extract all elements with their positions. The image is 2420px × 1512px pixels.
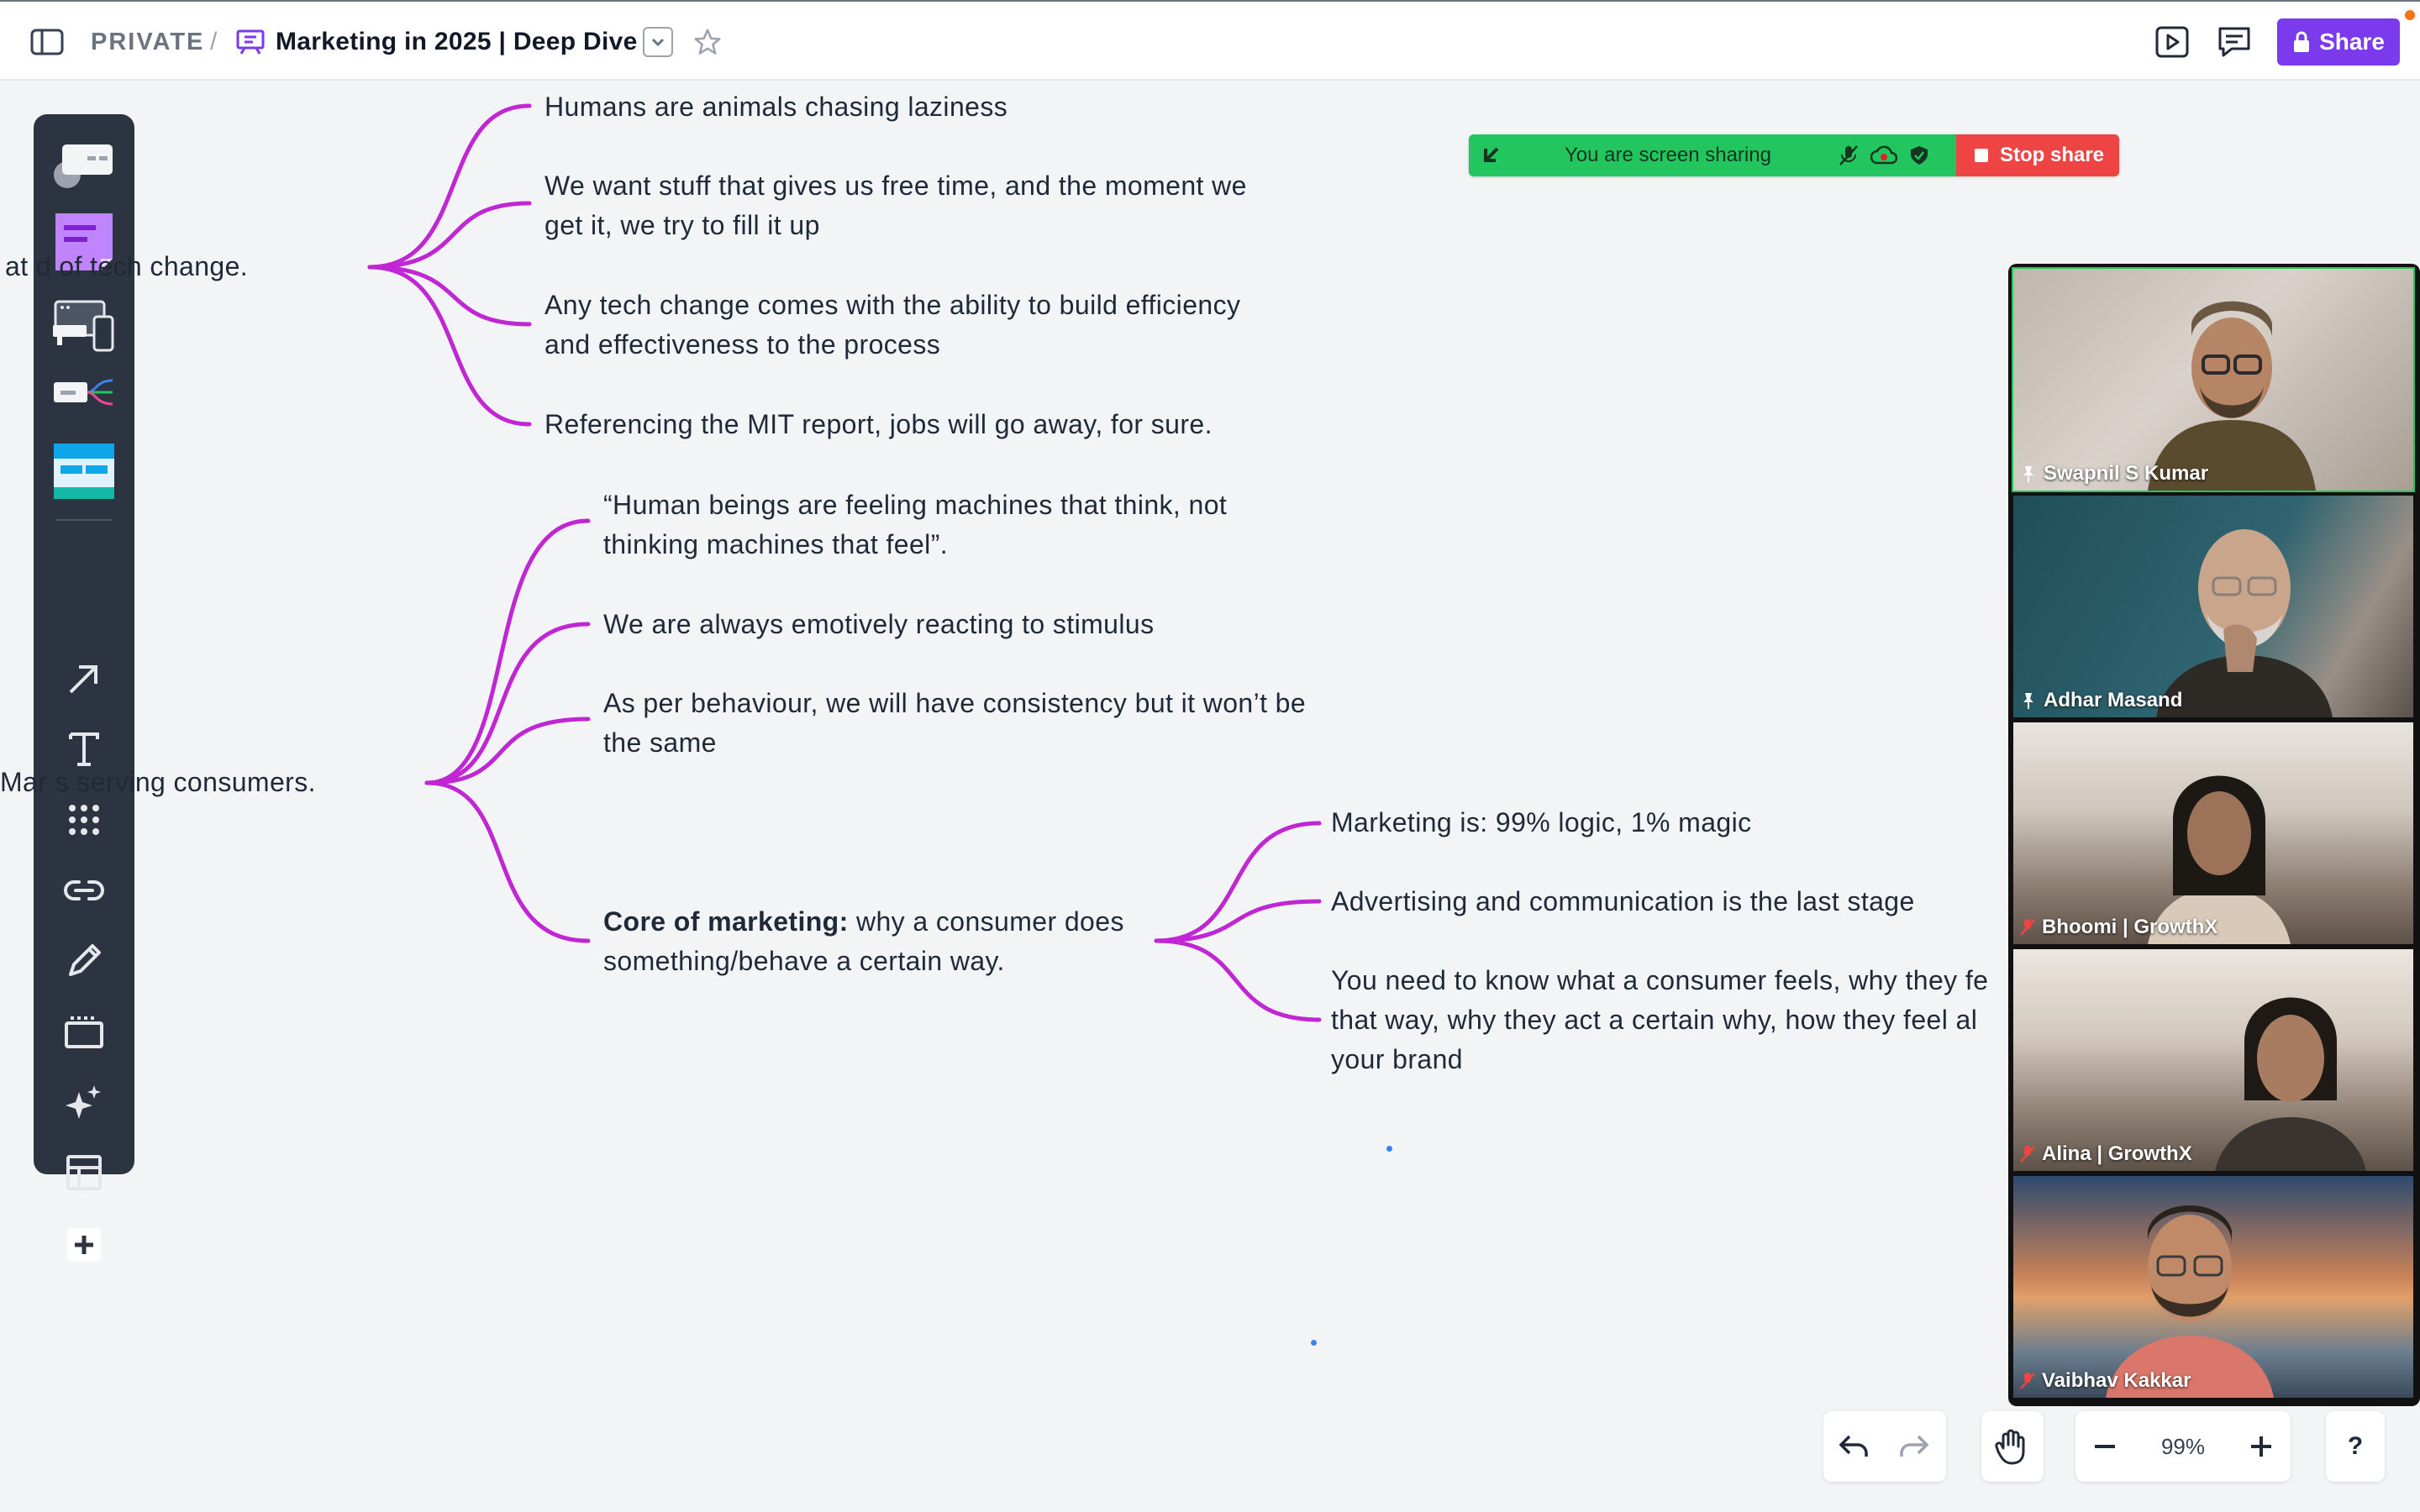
stop-icon <box>1975 149 1988 162</box>
mindmap-leaf[interactable]: We are always emotively reacting to stim… <box>603 605 1154 644</box>
mic-muted-icon[interactable] <box>1839 144 1859 166</box>
screen-share-bar: You are screen sharing Stop share <box>1469 134 2119 176</box>
mic-muted-icon <box>2020 1146 2035 1163</box>
mindmap-leaf[interactable]: Any tech change comes with the ability t… <box>544 286 1240 365</box>
mindmap-leaf[interactable]: Referencing the MIT report, jobs will go… <box>544 405 1213 444</box>
zoom-out-button[interactable] <box>2075 1411 2134 1482</box>
redo-button[interactable] <box>1884 1411 1944 1482</box>
canvas-dot <box>1311 1340 1317 1346</box>
participant-tile-bhoomi[interactable]: Bhoomi | GrowthX <box>2013 722 2413 944</box>
hand-tool-container <box>1981 1411 2044 1482</box>
participant-avatar <box>2215 997 2366 1171</box>
mic-muted-icon <box>2020 919 2035 936</box>
pin-icon <box>2023 693 2033 709</box>
share-status-icons <box>1839 144 1929 166</box>
stop-share-button[interactable]: Stop share <box>1956 134 2119 176</box>
participant-avatar <box>2106 1205 2274 1398</box>
zoom-level[interactable]: 99% <box>2134 1434 2232 1460</box>
undo-icon <box>1839 1435 1868 1457</box>
mindmap-leaf[interactable]: Marketing is: 99% logic, 1% magic <box>1331 803 1752 843</box>
participant-avatar <box>2148 301 2316 491</box>
participant-avatar <box>2156 529 2333 717</box>
screen-share-message: You are screen sharing <box>1565 144 1771 166</box>
zoom-in-button[interactable] <box>2232 1411 2291 1482</box>
participant-name: Alina | GrowthX <box>2020 1142 2192 1166</box>
mindmap-leaf[interactable]: We want stuff that gives us free time, a… <box>544 166 1247 245</box>
mindmap-leaf[interactable]: As per behaviour, we will have consisten… <box>603 684 1306 763</box>
drag-handle-icon[interactable] <box>1481 145 1502 167</box>
participant-name: Swapnil S Kumar <box>2020 462 2208 486</box>
cloud-record-icon[interactable] <box>1870 144 1897 166</box>
help-button[interactable]: ? <box>2326 1411 2385 1482</box>
mindmap-node-tech-change[interactable]: at d of tech change. <box>5 247 248 286</box>
canvas-dot <box>1386 1146 1392 1152</box>
zoom-controls: 99% <box>2075 1411 2291 1482</box>
hand-icon <box>1995 1429 2025 1465</box>
participant-name: Adhar Masand <box>2020 689 2182 712</box>
mic-muted-icon <box>2020 1373 2035 1389</box>
mindmap-node-serving-consumers[interactable]: Mar s serving consumers. <box>0 763 316 802</box>
mindmap-leaf[interactable]: “Human beings are feeling machines that … <box>603 486 1227 564</box>
history-controls <box>1823 1411 1946 1482</box>
redo-icon <box>1900 1435 1929 1457</box>
participant-tile-alina[interactable]: Alina | GrowthX <box>2013 949 2413 1171</box>
participant-name: Vaibhav Kakkar <box>2020 1369 2191 1393</box>
mindmap-node-core-of-marketing[interactable]: Core of marketing: why a consumer does so… <box>603 902 1124 981</box>
plus-icon <box>2251 1436 2271 1457</box>
mindmap-leaf[interactable]: Humans are animals chasing laziness <box>544 87 1007 127</box>
mindmap-leaf[interactable]: You need to know what a consumer feels, … <box>1331 961 1988 1079</box>
minus-icon <box>2095 1445 2115 1448</box>
undo-button[interactable] <box>1823 1411 1884 1482</box>
participant-video-panel: Swapnil S Kumar Adhar Masand Bhoomi | Gr… <box>2008 264 2420 1406</box>
mindmap-leaf[interactable]: Advertising and communication is the las… <box>1331 882 1915 921</box>
shield-check-icon[interactable] <box>1909 144 1929 166</box>
participant-tile-swapnil[interactable]: Swapnil S Kumar <box>2012 267 2415 492</box>
participant-tile-vaibhav[interactable]: Vaibhav Kakkar <box>2013 1176 2413 1398</box>
participant-name: Bhoomi | GrowthX <box>2020 916 2217 939</box>
participant-tile-adhar[interactable]: Adhar Masand <box>2013 496 2413 717</box>
pin-icon <box>2023 466 2033 482</box>
hand-tool-button[interactable] <box>1981 1411 2042 1482</box>
stop-share-label: Stop share <box>2000 144 2105 166</box>
